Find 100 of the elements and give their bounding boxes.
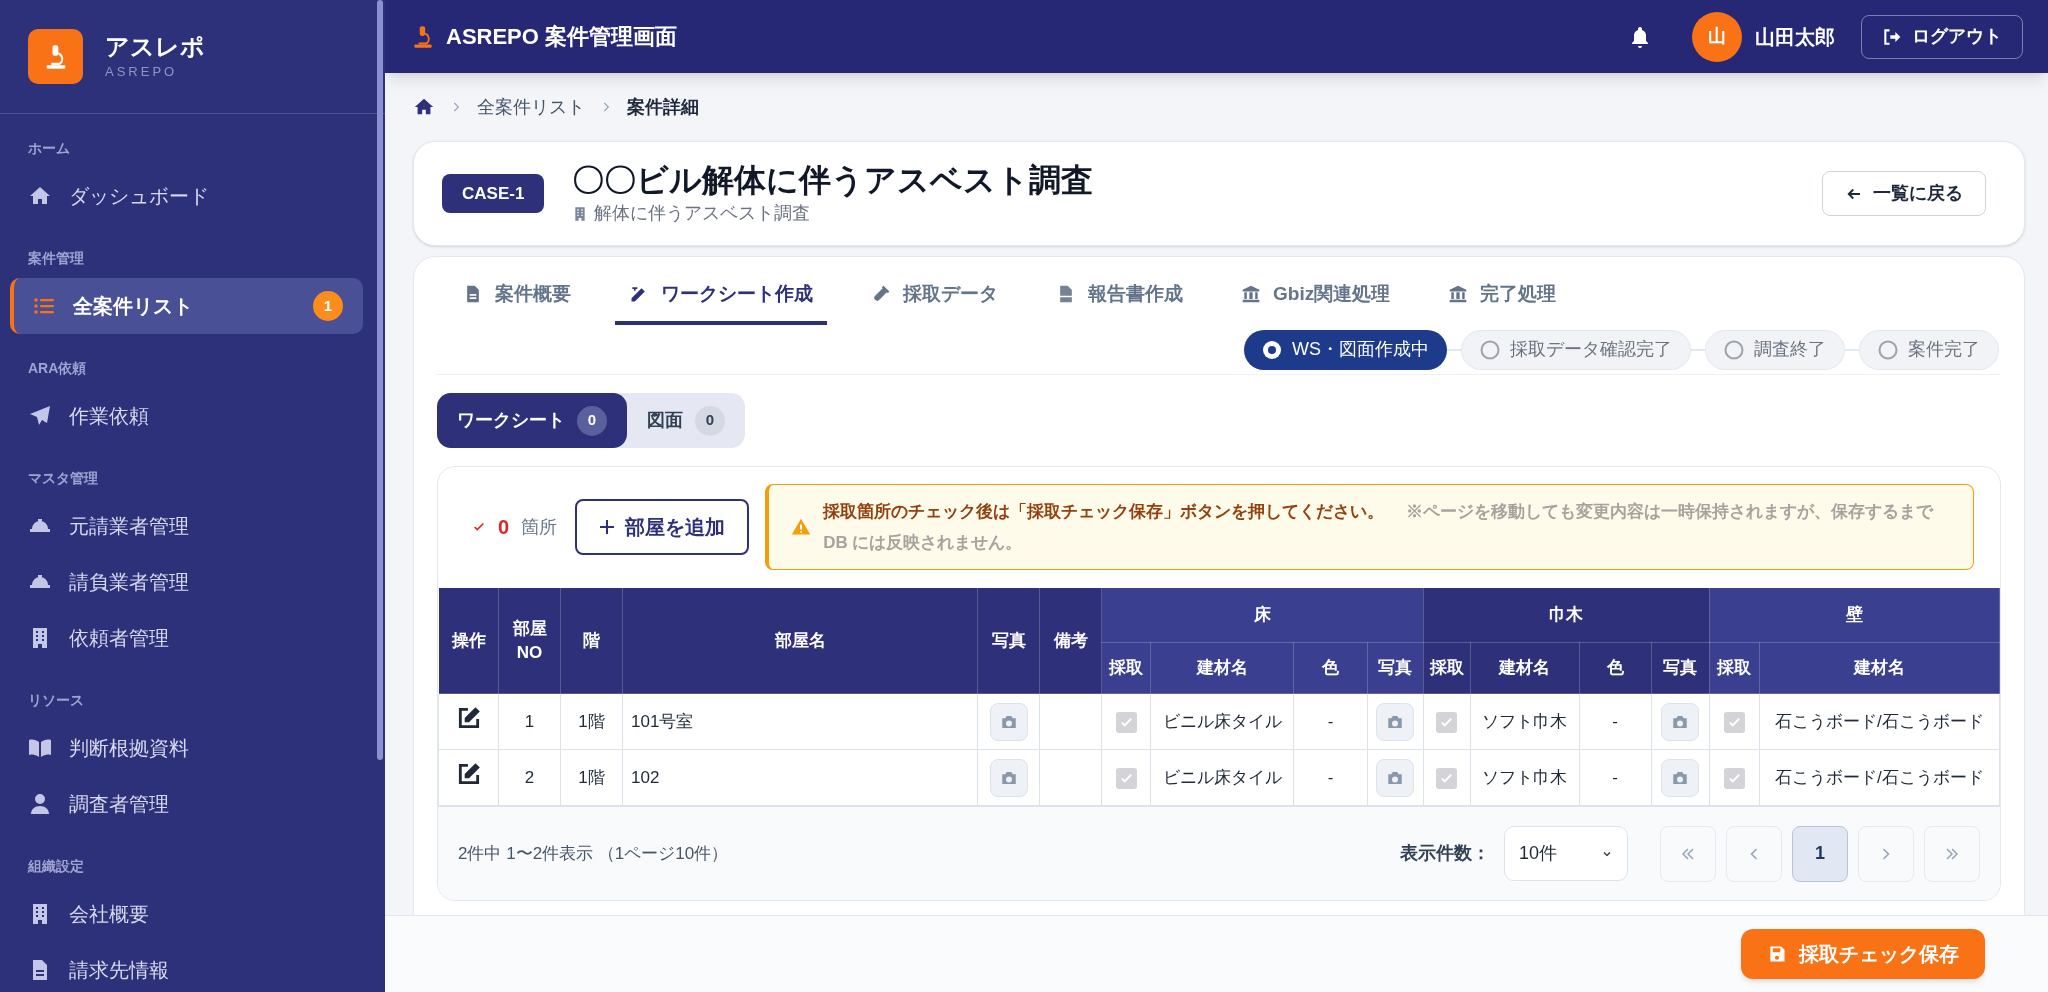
page-button[interactable]: 1 <box>1792 825 1848 882</box>
user-avatar: 山 <box>1692 11 1742 62</box>
photo-button[interactable] <box>1661 758 1700 797</box>
table-cell-text: ソフト巾木 <box>1482 711 1568 731</box>
plus-icon <box>599 519 616 535</box>
app-name: アスレポ <box>105 31 205 62</box>
sidebar-item[interactable]: 調査者管理 <box>10 776 363 832</box>
status-step: 案件完了 <box>1859 329 1999 370</box>
table-cell-text: ビニル床タイル <box>1162 767 1282 787</box>
table-cell-text: ソフト巾木 <box>1482 767 1568 787</box>
app-subtitle: ASREPO <box>105 62 179 81</box>
user-icon <box>28 792 52 816</box>
table-cell: 1階 <box>560 693 623 750</box>
column-header: 色 <box>1294 642 1367 694</box>
back-button[interactable]: 一覧に戻る <box>1822 171 1986 216</box>
checkbox[interactable] <box>1115 767 1137 789</box>
column-header: 採取 <box>1101 642 1151 694</box>
column-group-header: 床 <box>1101 587 1424 643</box>
subtab[interactable]: 図面 0 <box>627 393 745 448</box>
add-room-button[interactable]: 部屋を追加 <box>575 499 750 555</box>
last-page-button[interactable] <box>1924 825 1980 882</box>
checkbox[interactable] <box>1115 711 1137 733</box>
table-cell-text: 石こうボード/石こうボード <box>1775 767 1984 787</box>
checkbox[interactable] <box>1436 767 1458 789</box>
sidebar-item[interactable]: 請負業者管理 <box>10 554 363 610</box>
tab[interactable]: 採取データ <box>857 267 1012 325</box>
column-header: 建材名 <box>1470 642 1580 694</box>
case-id-badge: CASE-1 <box>442 174 545 213</box>
count-badge: 0 <box>695 405 725 436</box>
column-group-header: 巾木 <box>1423 587 1710 643</box>
section-heading: 組織設定 <box>26 857 85 876</box>
previous-page-button[interactable] <box>1726 825 1782 882</box>
sidebar-item[interactable]: ダッシュボード <box>10 168 363 224</box>
table-cell-text: - <box>1327 767 1334 787</box>
column-header: 部屋 NO <box>498 587 561 694</box>
first-page-button[interactable] <box>1660 825 1716 882</box>
photo-button[interactable] <box>989 758 1028 797</box>
tab[interactable]: ワークシート作成 <box>615 267 827 325</box>
bank-icon <box>1448 284 1469 304</box>
column-header: 操作 <box>438 587 499 694</box>
sidebar-item[interactable]: 作業依頼 <box>10 388 363 444</box>
sidebar-item[interactable]: 会社概要 <box>10 886 363 942</box>
sidebar-item[interactable]: 判断根拠資料 <box>10 720 363 776</box>
section-heading: リソース <box>27 691 85 710</box>
column-header: 写真 <box>977 587 1040 694</box>
column-header: 階 <box>560 587 623 694</box>
table-cell: 1 <box>498 693 561 750</box>
sidebar-item[interactable]: 全案件リスト 1 <box>10 278 363 334</box>
photo-button[interactable] <box>1376 702 1415 741</box>
checked-count: 0 <box>498 515 510 540</box>
table-cell-text: ビニル床タイル <box>1162 711 1282 731</box>
section-heading: マスタ管理 <box>27 469 99 488</box>
column-group-header: 壁 <box>1709 587 2000 643</box>
column-header: 写真 <box>1651 642 1710 694</box>
column-header: 備考 <box>1039 587 1102 694</box>
scrollbar-thumb[interactable] <box>377 0 383 760</box>
table-cell: 2 <box>498 749 561 806</box>
status-step: 採取データ確認完了 <box>1461 329 1691 370</box>
count-badge: 0 <box>577 405 607 436</box>
alert-text: 採取箇所のチェック後は「採取チェック保存」ボタンを押してください。 ※ページを移動しても変更内容は一時保持されますが、保存するまで DB には反映されません。 <box>823 501 1935 554</box>
sidebar-item[interactable]: 元請業者管理 <box>10 498 363 554</box>
per-page-label: 表示件数： <box>1400 842 1490 865</box>
column-header: 建材名 <box>1150 642 1294 694</box>
section-heading: ホーム <box>27 139 71 158</box>
radio-dot-icon <box>1262 339 1282 360</box>
column-header: 採取 <box>1709 642 1760 694</box>
case-subtitle: 解体に伴うアスベスト調査 <box>594 202 811 225</box>
table-cell-text: - <box>1612 767 1618 787</box>
tab[interactable]: 完了処理 <box>1434 267 1571 325</box>
test-tube-icon <box>871 284 891 304</box>
circle-icon <box>1480 339 1500 360</box>
next-page-button[interactable] <box>1858 825 1914 882</box>
checkbox[interactable] <box>1723 711 1745 733</box>
checkbox[interactable] <box>1723 767 1745 789</box>
per-page-select[interactable]: 10件 <box>1504 826 1628 881</box>
section-heading: 案件管理 <box>27 249 85 268</box>
count-badge: 1 <box>313 291 343 321</box>
breadcrumb-link[interactable]: 全案件リスト <box>477 93 585 121</box>
case-title: 〇〇ビル解体に伴うアスベスト調査 <box>572 161 1094 200</box>
section-heading: ARA依頼 <box>27 359 88 378</box>
tab[interactable]: 報告書作成 <box>1042 267 1197 325</box>
table-cell-text: - <box>1327 711 1334 731</box>
checkbox[interactable] <box>1436 711 1458 733</box>
sidebar-item[interactable]: 依頼者管理 <box>10 610 363 666</box>
count-unit: 箇所 <box>521 515 558 539</box>
photo-button[interactable] <box>989 702 1028 741</box>
user-name: 山田太郎 <box>1755 24 1835 50</box>
status-step: 調査終了 <box>1705 329 1845 370</box>
photo-button[interactable] <box>1376 758 1415 797</box>
bank-icon <box>1241 284 1261 304</box>
page-title: ASREPO 案件管理画面 <box>446 23 678 51</box>
table-cell-text: - <box>1612 711 1618 731</box>
sidebar-item[interactable]: 請求先情報 <box>10 942 363 992</box>
subtab[interactable]: ワークシート 0 <box>437 393 627 448</box>
table-cell-text: 石こうボード/石こうボード <box>1775 711 1984 731</box>
tab[interactable]: Gbiz関連処理 <box>1227 267 1405 325</box>
tab[interactable]: 案件概要 <box>449 267 585 325</box>
column-header: 採取 <box>1423 642 1471 694</box>
photo-button[interactable] <box>1661 702 1700 741</box>
logout-button[interactable]: ログアウト <box>1861 14 2023 59</box>
